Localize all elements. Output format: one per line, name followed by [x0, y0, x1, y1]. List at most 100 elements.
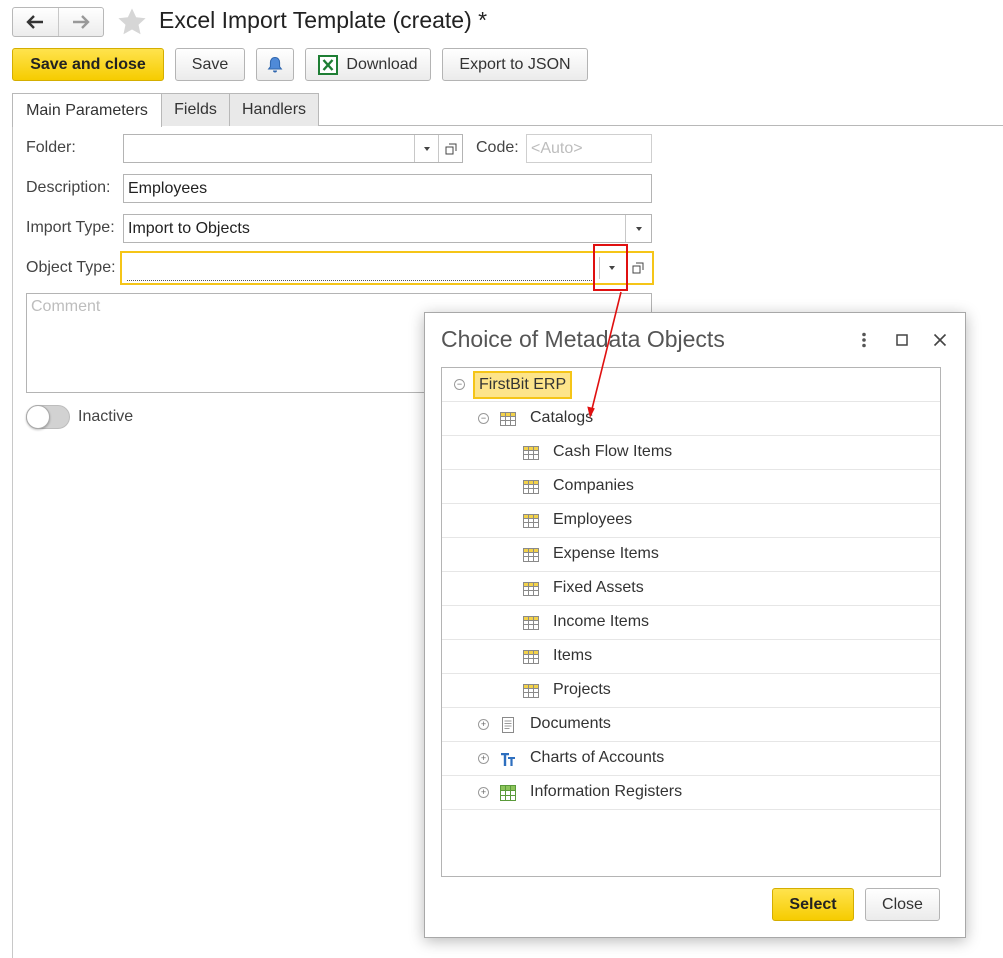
catalog-icon [500, 412, 516, 426]
metadata-tree: − FirstBit ERP − Catalogs Cash Flow Item… [441, 367, 941, 877]
tree-row-catalog-item[interactable]: Companies [442, 470, 940, 504]
select-button[interactable]: Select [772, 888, 854, 921]
nav-buttons [12, 7, 104, 37]
arrow-right-icon [72, 15, 90, 29]
description-field[interactable]: Employees [123, 174, 652, 203]
tree-catalogs-label: Catalogs [530, 409, 594, 426]
tab-handlers[interactable]: Handlers [229, 93, 319, 126]
maximize-icon [896, 334, 908, 346]
download-button[interactable]: Download [305, 48, 431, 81]
dialog-title: Choice of Metadata Objects [441, 326, 725, 352]
more-options-button[interactable] [853, 329, 875, 351]
collapse-icon[interactable]: − [478, 413, 489, 424]
tree-row-catalog-item[interactable]: Employees [442, 504, 940, 538]
notification-button[interactable] [256, 48, 294, 81]
catalog-icon [523, 446, 539, 460]
tree-registers-label: Information Registers [530, 783, 683, 800]
export-json-button[interactable]: Export to JSON [442, 48, 588, 81]
catalog-icon [523, 616, 539, 630]
expand-icon[interactable]: + [478, 753, 489, 764]
dialog-close-button[interactable]: Close [865, 888, 940, 921]
forward-button[interactable] [57, 8, 104, 36]
chevron-down-icon [423, 146, 430, 151]
tab-main-parameters[interactable]: Main Parameters [12, 93, 162, 127]
expand-icon[interactable]: + [478, 787, 489, 798]
tree-row-catalog-item[interactable]: Items [442, 640, 940, 674]
import-type-label: Import Type: [26, 219, 115, 236]
panel-left-border [12, 125, 13, 958]
import-type-select[interactable]: Import to Objects [123, 214, 652, 243]
import-type-dropdown-button[interactable] [625, 215, 651, 242]
tree-row-charts-of-accounts[interactable]: + Charts of Accounts [442, 742, 940, 776]
tree-item-label: Employees [553, 511, 633, 528]
object-type-label: Object Type: [26, 259, 116, 276]
toggle-knob [26, 405, 50, 429]
description-label: Description: [26, 179, 111, 196]
tree-item-label: Fixed Assets [553, 579, 644, 596]
code-placeholder: <Auto> [531, 139, 583, 157]
tree-item-label: Income Items [553, 613, 650, 630]
tree-row-catalog-item[interactable]: Expense Items [442, 538, 940, 572]
object-type-underline [127, 280, 594, 281]
object-type-field[interactable] [120, 251, 654, 285]
tree-root-label[interactable]: FirstBit ERP [473, 371, 573, 399]
tree-item-label: Expense Items [553, 545, 659, 562]
open-window-icon [632, 262, 644, 274]
register-icon [500, 785, 516, 801]
tree-item-label: Cash Flow Items [553, 443, 673, 460]
more-vertical-icon [862, 332, 866, 348]
favorite-star-icon[interactable] [116, 6, 148, 43]
page-title: Excel Import Template (create) * [159, 7, 488, 33]
catalog-icon [523, 650, 539, 664]
folder-field[interactable] [123, 134, 463, 163]
collapse-icon[interactable]: − [454, 379, 465, 390]
catalog-icon [523, 480, 539, 494]
download-label: Download [346, 55, 418, 73]
folder-open-button[interactable] [438, 135, 462, 162]
tree-charts-label: Charts of Accounts [530, 749, 665, 766]
code-field[interactable]: <Auto> [526, 134, 652, 163]
excel-icon [318, 54, 339, 75]
tree-documents-label: Documents [530, 715, 611, 732]
tree-item-label: Companies [553, 477, 634, 494]
arrow-left-icon [26, 15, 44, 29]
open-window-icon [445, 143, 456, 154]
tab-fields[interactable]: Fields [161, 93, 230, 126]
save-and-close-button[interactable]: Save and close [12, 48, 164, 81]
folder-dropdown-button[interactable] [414, 135, 438, 162]
tree-row-catalogs[interactable]: − Catalogs [442, 402, 940, 436]
save-button[interactable]: Save [175, 48, 245, 81]
inactive-toggle[interactable] [26, 405, 70, 429]
catalog-icon [523, 684, 539, 698]
tree-row-documents[interactable]: + Documents [442, 708, 940, 742]
catalog-icon [523, 514, 539, 528]
chart-of-accounts-icon [501, 753, 515, 766]
tree-row-information-registers[interactable]: + Information Registers [442, 776, 940, 810]
metadata-choice-dialog: Choice of Metadata Objects − FirstBit ER… [424, 312, 966, 938]
catalog-icon [523, 582, 539, 596]
back-button[interactable] [13, 8, 58, 36]
description-value: Employees [128, 179, 208, 197]
catalog-icon [523, 548, 539, 562]
close-icon [933, 333, 947, 347]
folder-label: Folder: [26, 139, 76, 156]
chevron-down-icon [635, 226, 642, 231]
tree-item-label: Projects [553, 681, 611, 698]
inactive-label: Inactive [78, 408, 134, 425]
object-type-open-button[interactable] [626, 253, 650, 283]
comment-placeholder: Comment [31, 298, 101, 315]
code-label: Code: [476, 139, 519, 156]
import-type-value: Import to Objects [128, 219, 250, 237]
bell-icon [267, 56, 283, 72]
tree-row-catalog-item[interactable]: Projects [442, 674, 940, 708]
tree-item-label: Items [553, 647, 593, 664]
tree-row-catalog-item[interactable]: Income Items [442, 606, 940, 640]
expand-icon[interactable]: + [478, 719, 489, 730]
document-icon [502, 717, 514, 733]
dialog-close-x-button[interactable] [929, 329, 951, 351]
tree-row-catalog-item[interactable]: Fixed Assets [442, 572, 940, 606]
tree-row-catalog-item[interactable]: Cash Flow Items [442, 436, 940, 470]
tree-row-root[interactable]: − FirstBit ERP [442, 368, 940, 402]
annotation-highlight-box [593, 244, 628, 291]
maximize-button[interactable] [891, 329, 913, 351]
